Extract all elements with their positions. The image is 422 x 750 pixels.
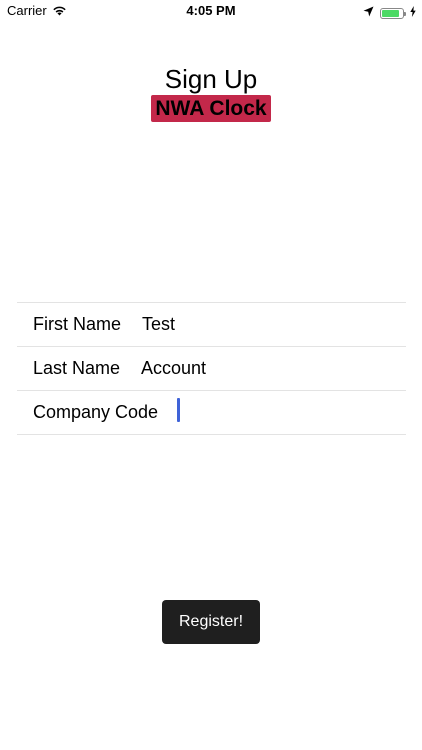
text-cursor [177,398,180,422]
battery-level [382,9,399,17]
status-bar: Carrier 4:05 PM [0,0,422,22]
signup-form: First Name Test Last Name Account Compan… [17,302,406,435]
last-name-row[interactable]: Last Name Account [17,347,406,391]
last-name-label: Last Name [33,358,121,378]
register-button[interactable]: Register! [162,600,260,644]
app-name-badge: NWA Clock [151,95,271,122]
app-name-wrapper: NWA Clock [0,95,422,122]
first-name-label: First Name [33,314,122,334]
battery-cap [404,11,406,16]
company-code-input[interactable] [177,398,180,427]
first-name-input[interactable]: Test [142,314,175,335]
location-arrow-icon [363,4,374,22]
charging-bolt-icon [410,4,416,22]
last-name-input[interactable]: Account [141,358,206,379]
battery-icon [380,7,406,19]
status-right [363,4,416,22]
page-title: Sign Up [164,64,258,94]
company-code-label: Company Code [33,402,159,422]
first-name-row[interactable]: First Name Test [17,303,406,347]
status-time: 4:05 PM [186,3,236,18]
company-code-row[interactable]: Company Code [17,391,406,435]
